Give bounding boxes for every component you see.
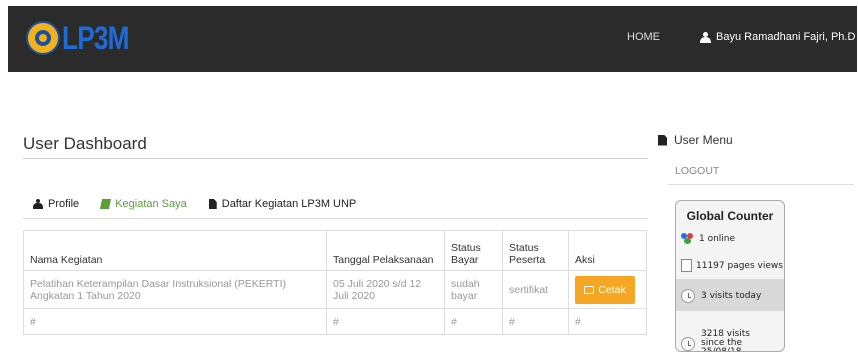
page-title: User Dashboard bbox=[23, 134, 147, 153]
tab-label: Profile bbox=[48, 198, 80, 210]
counter-title: Global Counter bbox=[686, 209, 774, 223]
top-navbar: LP3M HOME Bayu Ramadhani Fajri, Ph.D bbox=[8, 6, 857, 72]
tab-profile[interactable]: Profile bbox=[33, 198, 79, 210]
cell-aksi: # bbox=[568, 308, 647, 335]
user-name: Bayu Ramadhani Fajri, Ph.D bbox=[716, 31, 856, 43]
column-header-status-bayar: Status Bayar bbox=[444, 230, 503, 271]
tab-label: Daftar Kegiatan LP3M UNP bbox=[221, 198, 357, 210]
table-header-row: Nama Kegiatan Tanggal Pelaksanaan Status… bbox=[23, 230, 647, 271]
page-views-count: 11197 pages views bbox=[696, 260, 783, 271]
column-header-status-peserta: Status Peserta bbox=[502, 230, 569, 271]
column-header-aksi: Aksi bbox=[568, 230, 647, 271]
user-menu-title: User Menu bbox=[674, 133, 733, 147]
cell-status-peserta: # bbox=[502, 308, 569, 335]
tab-label: Kegiatan Saya bbox=[115, 198, 187, 210]
counter-visits-today: 3 visits today bbox=[681, 289, 761, 303]
global-counter-widget: Global Counter 1 online 11197 pages view… bbox=[675, 200, 785, 352]
clock-icon bbox=[681, 336, 695, 351]
cell-tanggal: # bbox=[326, 308, 445, 335]
visits-today-count: 3 visits today bbox=[701, 291, 762, 301]
counter-visits-since: 3218 visits since the 25/08/18 bbox=[681, 329, 773, 352]
tabs-divider bbox=[23, 218, 648, 219]
column-header-nama: Nama Kegiatan bbox=[23, 230, 327, 271]
kegiatan-table: Nama Kegiatan Tanggal Pelaksanaan Status… bbox=[23, 230, 647, 335]
file-icon bbox=[208, 199, 217, 209]
nav-home-link[interactable]: HOME bbox=[627, 31, 660, 43]
title-divider bbox=[23, 158, 648, 159]
user-icon bbox=[33, 199, 43, 209]
sidebar-divider bbox=[668, 184, 854, 185]
cell-status-bayar: sudah bayar bbox=[444, 270, 503, 309]
table-row: Pelatihan Keterampilan Dasar Instruksion… bbox=[23, 270, 647, 309]
tab-kegiatan-saya[interactable]: Kegiatan Saya bbox=[100, 198, 187, 210]
print-certificate-button[interactable]: Cetak bbox=[575, 275, 635, 304]
user-menu-heading: User Menu bbox=[658, 133, 733, 147]
tab-daftar-kegiatan[interactable]: Daftar Kegiatan LP3M UNP bbox=[208, 198, 357, 210]
online-count: 1 online bbox=[699, 233, 736, 244]
book-icon bbox=[100, 199, 112, 209]
logo[interactable]: LP3M bbox=[26, 18, 143, 58]
cell-nama: # bbox=[23, 308, 327, 335]
column-header-tanggal: Tanggal Pelaksanaan bbox=[326, 230, 445, 271]
university-emblem-icon bbox=[26, 21, 60, 55]
users-online-icon bbox=[681, 233, 695, 244]
cell-status-bayar: # bbox=[444, 308, 503, 335]
dashboard-tabs: Profile Kegiatan Saya Daftar Kegiatan LP… bbox=[33, 198, 378, 210]
counter-online: 1 online bbox=[681, 233, 735, 244]
visits-since-count: 3218 visits since the 25/08/18 bbox=[701, 329, 750, 352]
file-icon bbox=[658, 134, 667, 146]
print-button-label: Cetak bbox=[598, 283, 626, 296]
cell-aksi: Cetak bbox=[568, 270, 647, 309]
clock-icon bbox=[681, 289, 695, 303]
print-icon bbox=[584, 285, 595, 294]
table-row: # # # # # bbox=[23, 308, 647, 335]
logo-text: LP3M bbox=[62, 19, 130, 56]
nav-user-menu[interactable]: Bayu Ramadhani Fajri, Ph.D bbox=[700, 31, 855, 43]
counter-page-views: 11197 pages views bbox=[681, 259, 783, 272]
page-icon bbox=[681, 259, 692, 272]
logout-link[interactable]: LOGOUT bbox=[675, 165, 719, 177]
user-icon bbox=[700, 31, 711, 43]
cell-nama: Pelatihan Keterampilan Dasar Instruksion… bbox=[23, 270, 327, 309]
cell-status-peserta: sertifikat bbox=[502, 270, 569, 309]
cell-tanggal: 05 Juli 2020 s/d 12 Juli 2020 bbox=[326, 270, 445, 309]
